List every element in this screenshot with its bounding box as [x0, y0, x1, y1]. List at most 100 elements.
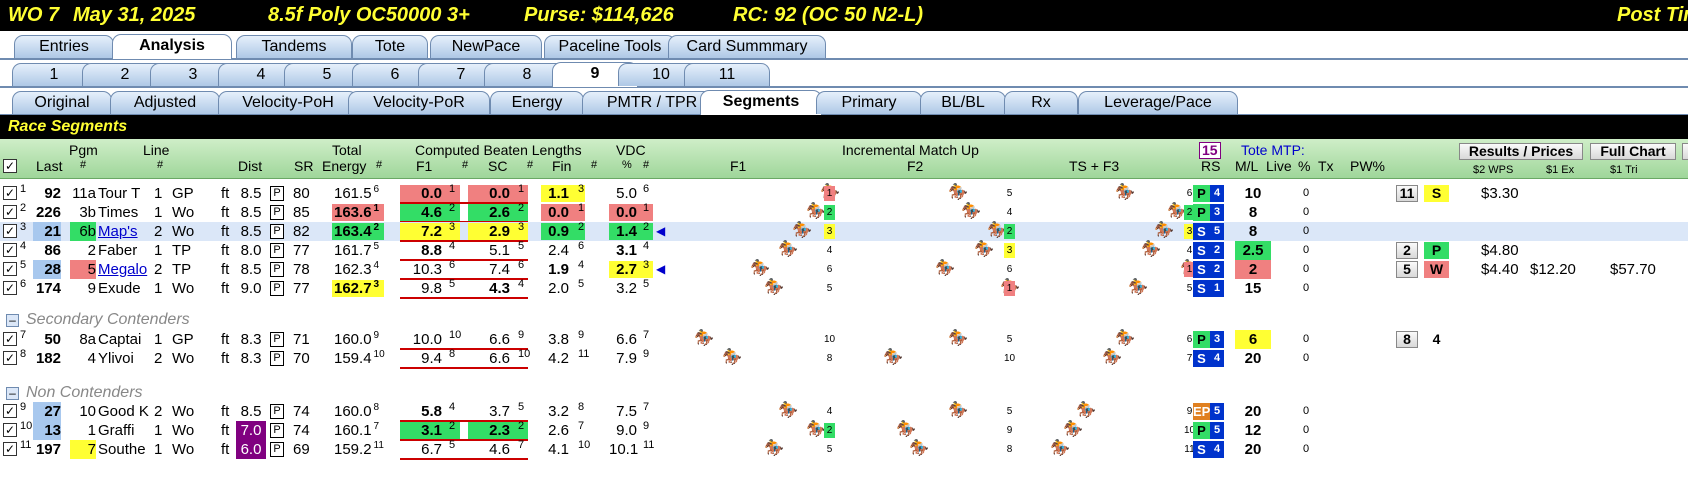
tab-tabs_views-7[interactable]: Primary — [816, 91, 922, 114]
horse-name: Faber — [98, 242, 138, 259]
horse-name[interactable]: Megalo — [98, 260, 147, 279]
track-code: GP — [172, 331, 194, 348]
tab-tabs_views-4[interactable]: Energy — [490, 91, 584, 114]
paceline-type-box[interactable]: P — [270, 281, 284, 296]
table-row[interactable]: ✓ 1 92 11a Tour T 1 GP ft 8.5 P 80 161.5 6 0.0 1 0.0 1 1.… — [0, 183, 1688, 204]
table-row[interactable]: ✓ 3 21 6b Map's 2 Wo ft 8.5 P 82 163.4 2 7.2 3 2.9 3 0.9 2… — [0, 221, 1688, 242]
paceline-type-box[interactable]: P — [270, 442, 284, 457]
table-row[interactable]: ✓ 9 27 10 Good K 2 Wo ft 8.5 P 74 160.0 8 5.8 4 3.7 5 3.2… — [0, 401, 1688, 422]
tab-tabs_views-1[interactable]: Adjusted — [110, 91, 220, 114]
horse-racing-icon: 🏇 — [948, 330, 968, 347]
total-energy-value: 160.0 — [334, 331, 372, 348]
tab-tabs_main-6[interactable]: Card Summmary — [668, 35, 826, 58]
col-energy: Energy — [322, 158, 367, 174]
horse-name: Southe — [98, 441, 146, 458]
tab-tabs_main-5[interactable]: Paceline Tools — [544, 35, 676, 58]
row-checkbox[interactable]: ✓ — [3, 423, 17, 437]
row-checkbox[interactable]: ✓ — [3, 262, 17, 276]
table-row[interactable]: ✓ 4 86 2 Faber 1 TP ft 8.0 P 77 161.7 5 8.8 4 5.1 5 2.4 6 3… — [0, 240, 1688, 261]
surface: ft — [221, 223, 230, 240]
paceline-type-box[interactable]: P — [270, 205, 284, 220]
vdc-rank: 9 — [643, 420, 650, 432]
tab-tabs_views-3[interactable]: Velocity-PoR — [348, 91, 490, 114]
col-computed-beaten-lengths: Computed Beaten Lengths — [415, 142, 582, 158]
row-checkbox[interactable]: ✓ — [3, 442, 17, 456]
paceline-type-box[interactable]: P — [270, 423, 284, 438]
tab-tabs_main-3[interactable]: Tote — [352, 35, 428, 58]
table-row[interactable]: ✓ 10 13 1 Graffi 1 Wo ft 7.0 P 74 160.1 7 3.1 2 2.3 2 2.6… — [0, 420, 1688, 441]
collapse-non-button[interactable]: – — [6, 387, 19, 400]
row-checkbox[interactable]: ✓ — [3, 205, 17, 219]
horse-name: Captai — [98, 331, 142, 348]
full-chart-button[interactable]: Full Chart — [1590, 143, 1676, 160]
tab-tabs_views-6[interactable]: Segments — [700, 90, 822, 115]
horse-name[interactable]: Map's — [98, 222, 138, 241]
table-row[interactable]: ✓ 5 28 5 Megalo 2 TP ft 8.5 P 78 162.3 4 10.3 6 7.4 6 1.9… — [0, 259, 1688, 280]
tab-tabs_views-8[interactable]: BL/BL — [920, 91, 1006, 114]
speed-rating: 80 — [293, 185, 310, 202]
finish-letter: W — [1424, 261, 1449, 278]
vdc-rank: 1 — [643, 202, 650, 214]
table-row[interactable]: ✓ 8 182 4 Ylivoi 2 Wo ft 8.3 P 70 159.4 10 9.4 8 6.6 10 4… — [0, 348, 1688, 369]
tab-tabs_main-1[interactable]: Analysis — [112, 34, 232, 59]
f1-rank: 4 — [449, 240, 456, 252]
horse-racing-icon: 🏇 — [764, 440, 784, 457]
main-tab-bar: Entries Analysis Tandems Tote NewPace Pacelin… — [0, 33, 1688, 60]
distance: 8.3 — [240, 350, 262, 367]
running-style: P5 — [1193, 422, 1224, 439]
win-place-show-payout: $3.30 — [1481, 185, 1519, 202]
total-energy: 162.3 4 — [332, 261, 384, 279]
row-checkbox[interactable]: ✓ — [3, 332, 17, 346]
paceline-type-box[interactable]: P — [270, 351, 284, 366]
match-up-rank-1: 1 — [824, 186, 835, 201]
paceline-type-box[interactable]: P — [270, 186, 284, 201]
running-style-number: 4 — [1210, 185, 1224, 202]
paceline-type-box[interactable]: P — [270, 262, 284, 277]
row-checkbox[interactable]: ✓ — [3, 281, 17, 295]
program-number: 3b — [79, 204, 96, 221]
total-energy-value: 160.1 — [334, 422, 372, 439]
collapse-secondary-button[interactable]: – — [6, 314, 19, 327]
program-number: 4 — [87, 350, 96, 367]
surface: ft — [221, 242, 230, 259]
table-row[interactable]: ✓ 11 197 7 Southe 1 Wo ft 6.0 P 69 159.2 11 6.7 5 4.6 7 4… — [0, 439, 1688, 460]
vdc-arrow-icon: ◀ — [656, 262, 666, 276]
results-prices-button[interactable]: Results / Prices — [1459, 143, 1583, 160]
row-checkbox[interactable]: ✓ — [3, 186, 17, 200]
track-code: Wo — [172, 350, 195, 367]
tab-tabs_views-9[interactable]: Rx — [1004, 91, 1078, 114]
horse-racing-icon: 🏇 — [1141, 241, 1161, 258]
tab-tabs_main-2[interactable]: Tandems — [236, 35, 352, 58]
paceline-type-box[interactable]: P — [270, 243, 284, 258]
tab-tabs_views-2[interactable]: Velocity-PoH — [218, 91, 358, 114]
morning-line-odds: 2.5 — [1235, 241, 1271, 260]
paceline-type-box[interactable]: P — [270, 224, 284, 239]
tab-tabs_views-10[interactable]: Leverage/Pace — [1078, 91, 1238, 114]
paceline-type-box[interactable]: P — [270, 332, 284, 347]
tab-tabs_races-10[interactable]: 11 — [684, 63, 770, 86]
line-number: 2 — [154, 403, 163, 420]
table-row[interactable]: ✓ 6 174 9 Exude 1 Wo ft 9.0 P 77 162.7 3 9.8 5 4.3 4 2.0 5… — [0, 278, 1688, 299]
morning-line-odds: 20 — [1244, 441, 1262, 458]
match-up-rank-2: 5 — [1006, 406, 1013, 417]
row-checkbox[interactable]: ✓ — [3, 243, 17, 257]
segment-underline — [400, 297, 528, 299]
extra-button[interactable] — [1682, 143, 1688, 160]
table-row[interactable]: ✓ 7 50 8a Captai 1 GP ft 8.3 P 71 160.0 9 10.0 10 6.6 9 3… — [0, 329, 1688, 350]
total-energy-rank: 1 — [373, 203, 380, 214]
tab-tabs_main-0[interactable]: Entries — [14, 35, 114, 58]
live-odds: 0 — [1303, 443, 1310, 455]
row-checkbox[interactable]: ✓ — [3, 404, 17, 418]
tab-tabs_main-4[interactable]: NewPace — [430, 35, 542, 58]
row-checkbox[interactable]: ✓ — [3, 224, 17, 238]
row-checkbox[interactable]: ✓ — [3, 351, 17, 365]
row-index: 8 — [20, 348, 27, 360]
sc-rank: 5 — [518, 240, 525, 252]
race-conditions: 8.5f Poly OC50000 3+ — [268, 4, 470, 26]
morning-line-odds: 8 — [1248, 223, 1258, 240]
tab-tabs_views-0[interactable]: Original — [12, 91, 112, 114]
horse-racing-icon: 🏇 — [1115, 184, 1135, 201]
table-row[interactable]: ✓ 2 226 3b Times 1 Wo ft 8.5 P 85 163.6 1 4.6 2 2.6 2 0.0… — [0, 202, 1688, 223]
paceline-type-box[interactable]: P — [270, 404, 284, 419]
select-all-checkbox[interactable]: ✓ — [3, 159, 17, 173]
